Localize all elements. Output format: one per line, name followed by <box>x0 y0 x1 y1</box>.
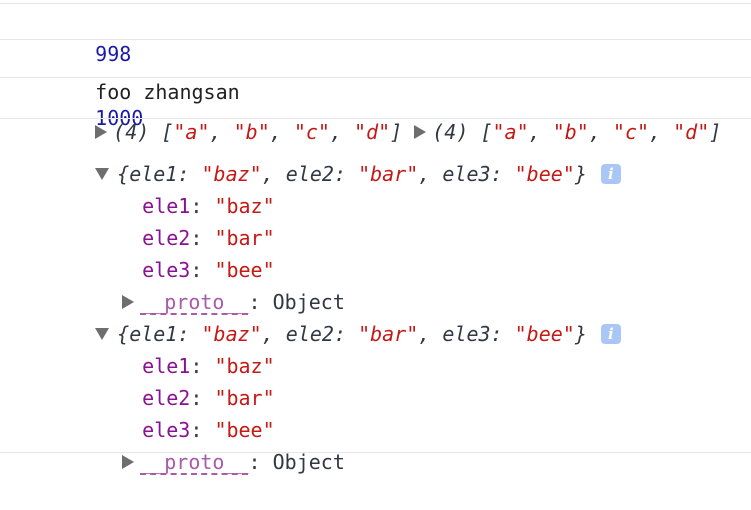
proto-expander[interactable]: __proto__: Object <box>74 414 345 474</box>
message-divider <box>0 118 751 119</box>
console-top-divider <box>0 0 751 4</box>
console-message-text: foo zhangsan <box>47 44 240 104</box>
proto-expander[interactable]: __proto__: Object <box>74 254 345 314</box>
info-icon[interactable]: i <box>600 163 621 184</box>
triangle-right-icon[interactable] <box>122 454 135 469</box>
object-property: ele2: "bar" <box>142 226 275 250</box>
console-message-numbers: 998 1000 <box>47 6 143 130</box>
object-property: ele2: "bar" <box>142 386 275 410</box>
info-icon[interactable]: i <box>600 323 621 344</box>
object-summary[interactable]: {ele1: "baz", ele2: "bar", ele3: "bee"} i <box>47 126 621 186</box>
object-property: ele1: "baz" <box>142 194 275 218</box>
object-summary[interactable]: {ele1: "baz", ele2: "bar", ele3: "bee"} i <box>47 286 621 346</box>
object-property: ele1: "baz" <box>142 354 275 378</box>
object-property: ele3: "bee" <box>142 418 275 442</box>
message-divider <box>0 452 751 453</box>
object-property: ele3: "bee" <box>142 258 275 282</box>
devtools-console: 998 1000 foo zhangsan (4) ["a", "b", "c"… <box>0 0 751 474</box>
message-divider <box>0 77 751 78</box>
message-divider <box>0 39 751 40</box>
console-message-arrays: (4) ["a", "b", "c", "d"] (4) ["a", "b", … <box>47 84 721 144</box>
